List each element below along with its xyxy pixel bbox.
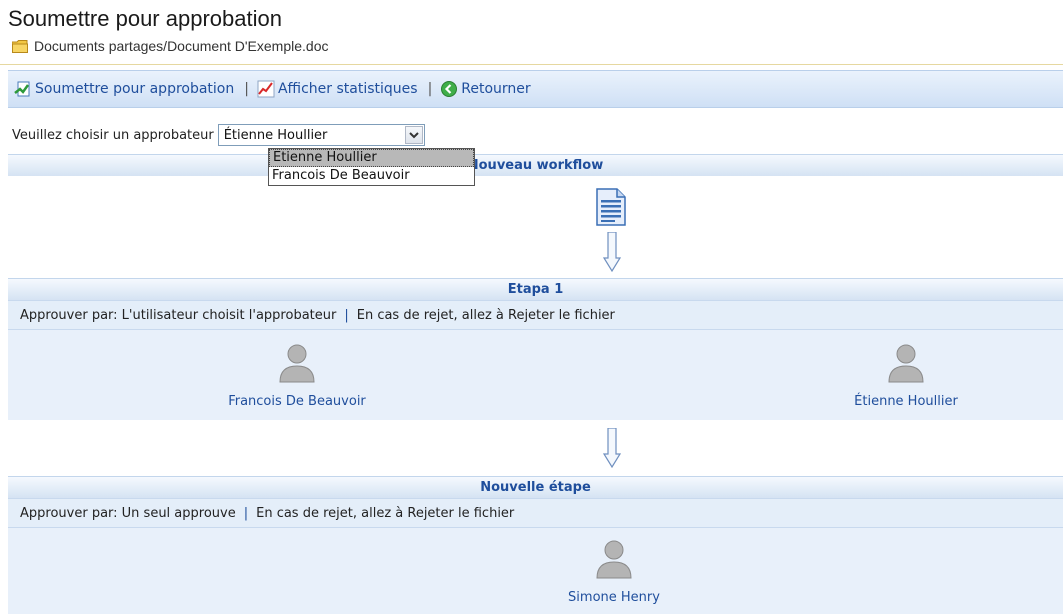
on-reject-text: En cas de rejet, allez à Rejeter le fich…	[256, 506, 515, 521]
approver-dropdown: Etienne Houllier Francois De Beauvoir	[268, 148, 475, 186]
arrow-down-icon	[602, 231, 622, 276]
step-rule: Approuver par: Un seul approuve | En cas d…	[8, 498, 1063, 528]
approver-select[interactable]: Étienne Houllier	[217, 124, 425, 146]
approver-chooser-label: Veuillez choisir un approbateur	[12, 127, 214, 143]
approver-name: Francois De Beauvoir	[228, 394, 366, 409]
step-approvers: Simone Henry	[8, 528, 1063, 614]
approve-by-text: Approuver par: Un seul approuve	[20, 506, 236, 521]
header-divider	[0, 64, 1063, 65]
on-reject-text: En cas de rejet, allez à Rejeter le fich…	[356, 308, 615, 323]
show-statistics-button[interactable]: Afficher statistiques	[257, 80, 418, 98]
approver-card[interactable]: Simone Henry	[524, 538, 704, 605]
back-button[interactable]: Retourner	[440, 80, 531, 98]
dropdown-option[interactable]: Etienne Houllier	[269, 149, 474, 167]
approver-name: Simone Henry	[568, 590, 660, 605]
document-path: Documents partages/Document D'Exemple.do…	[11, 38, 329, 54]
folder-icon	[11, 40, 28, 53]
page-title: Soumettre pour approbation	[8, 6, 282, 31]
chevron-down-icon[interactable]	[404, 126, 423, 144]
step-approvers: Francois De Beauvoir Étienne Houllier	[8, 330, 1063, 420]
approver-card[interactable]: Étienne Houllier	[816, 342, 996, 409]
chart-icon	[257, 80, 275, 98]
user-icon	[279, 344, 315, 383]
show-statistics-label: Afficher statistiques	[277, 81, 418, 97]
document-path-text: Documents partages/Document D'Exemple.do…	[34, 38, 329, 54]
rule-separator: |	[243, 506, 249, 521]
step-title: Etapa 1	[8, 278, 1063, 300]
submit-icon	[14, 80, 32, 98]
workflow-step-2: Nouvelle étape Approuver par: Un seul ap…	[8, 476, 1063, 614]
workflow-start-title: Nouveau workflow	[8, 154, 1063, 176]
document-icon	[596, 188, 626, 230]
toolbar-separator: |	[244, 81, 249, 97]
approve-by-text: Approuver par: L'utilisateur choisit l'a…	[20, 308, 337, 323]
dropdown-option[interactable]: Francois De Beauvoir	[269, 167, 474, 185]
submit-approval-button[interactable]: Soumettre pour approbation	[14, 80, 234, 98]
approver-chooser: Veuillez choisir un approbateur Étienne …	[12, 124, 425, 146]
approver-card[interactable]: Francois De Beauvoir	[207, 342, 387, 409]
step-title: Nouvelle étape	[8, 476, 1063, 498]
workflow-step-1: Etapa 1 Approuver par: L'utilisateur cho…	[8, 278, 1063, 420]
approver-name: Étienne Houllier	[854, 394, 958, 409]
rule-separator: |	[344, 308, 349, 323]
arrow-down-icon	[602, 427, 622, 472]
submit-approval-label: Soumettre pour approbation	[35, 81, 235, 97]
workflow-start-section: Nouveau workflow	[8, 154, 1063, 176]
user-icon	[888, 344, 924, 383]
toolbar-separator: |	[427, 81, 433, 97]
approver-select-value: Étienne Houllier	[223, 127, 328, 143]
toolbar: Soumettre pour approbation | Afficher st…	[8, 70, 1063, 108]
back-icon	[440, 80, 458, 98]
step-rule: Approuver par: L'utilisateur choisit l'a…	[8, 300, 1063, 330]
back-label: Retourner	[461, 81, 531, 97]
user-icon	[596, 540, 632, 579]
